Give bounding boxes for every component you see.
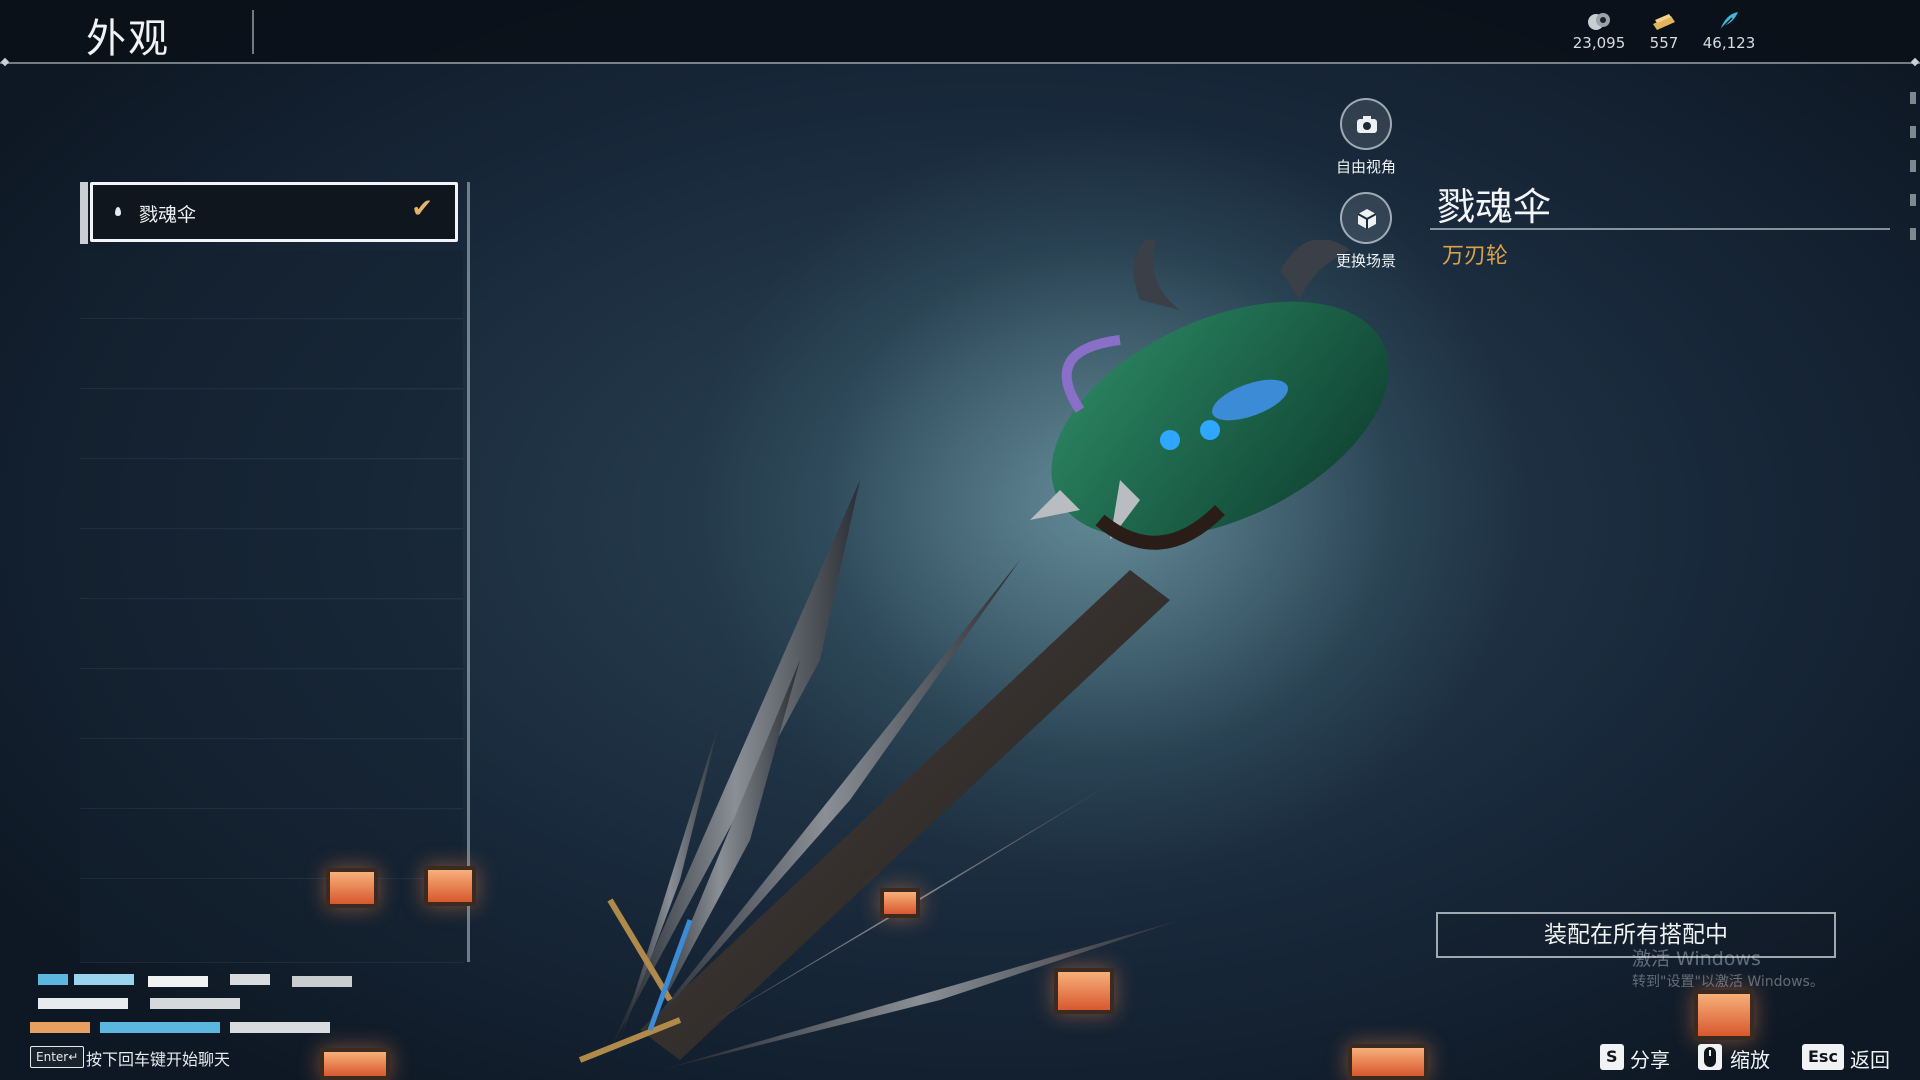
change-scene-button[interactable] (1340, 192, 1392, 244)
list-rail-left (80, 182, 88, 244)
weapon-model-preview[interactable] (520, 240, 1580, 1080)
item-bullet-icon (115, 207, 121, 216)
top-bar-divider (0, 62, 1920, 64)
lantern-decoration (326, 868, 378, 908)
list-slot-empty (80, 600, 463, 669)
list-slot-empty (80, 460, 463, 529)
lantern-decoration (424, 866, 476, 906)
checkmark-icon: ✔ (411, 194, 433, 224)
lantern-decoration (1054, 968, 1114, 1014)
feather-icon (1694, 10, 1764, 32)
title-divider (252, 10, 254, 54)
currency-ticket: 557 (1629, 10, 1699, 52)
list-slot-empty (80, 670, 463, 739)
free-view-label: 自由视角 (1335, 158, 1396, 176)
list-slot-empty (80, 880, 463, 963)
right-scroll-indicator[interactable] (1910, 92, 1916, 272)
camera-icon (1357, 116, 1377, 133)
ticket-value: 557 (1649, 34, 1679, 52)
mouse-icon[interactable] (1698, 1044, 1722, 1070)
share-label[interactable]: 分享 (1630, 1044, 1670, 1073)
free-view-button[interactable] (1340, 98, 1392, 150)
lantern-decoration (320, 1048, 390, 1080)
list-item-selected[interactable]: 戮魂伞 ✔ (90, 182, 458, 242)
item-name: 戮魂伞 (1437, 185, 1552, 229)
currency-feather: 46,123 (1694, 10, 1764, 52)
list-item-label: 戮魂伞 (139, 204, 197, 226)
item-name-underline (1430, 228, 1890, 230)
feather-value: 46,123 (1702, 34, 1756, 52)
list-slot-empty (80, 250, 463, 319)
list-scrollbar[interactable] (467, 182, 470, 962)
share-key[interactable]: S (1600, 1044, 1624, 1070)
list-slot-empty (80, 810, 463, 879)
list-slot-empty (80, 320, 463, 389)
item-type: 万刃轮 (1442, 244, 1509, 269)
coin-value: 23,095 (1572, 34, 1626, 52)
coin-icon (1564, 10, 1634, 32)
activation-watermark: 激活 Windows (1632, 948, 1761, 970)
chat-hint[interactable]: 按下回车键开始聊天 (86, 1046, 230, 1070)
lantern-decoration (1348, 1044, 1428, 1080)
esc-key[interactable]: Esc (1802, 1044, 1844, 1070)
activation-watermark-hint: 转到"设置"以激活 Windows。 (1632, 974, 1824, 990)
list-slot-empty (80, 390, 463, 459)
ticket-icon (1629, 10, 1699, 32)
chat-log-blurred (30, 970, 370, 1046)
page-title: 外观 (86, 16, 170, 62)
lantern-decoration (1694, 990, 1754, 1040)
change-scene-label: 更换场景 (1335, 252, 1396, 270)
zoom-label[interactable]: 缩放 (1730, 1044, 1770, 1073)
back-label[interactable]: 返回 (1850, 1044, 1890, 1073)
currency-coin: 23,095 (1564, 10, 1634, 52)
enter-key-hint: Enter↵ (30, 1046, 85, 1068)
lantern-decoration (880, 888, 920, 918)
list-slot-empty (80, 740, 463, 809)
list-slot-empty (80, 530, 463, 599)
cube-icon (1357, 209, 1377, 229)
